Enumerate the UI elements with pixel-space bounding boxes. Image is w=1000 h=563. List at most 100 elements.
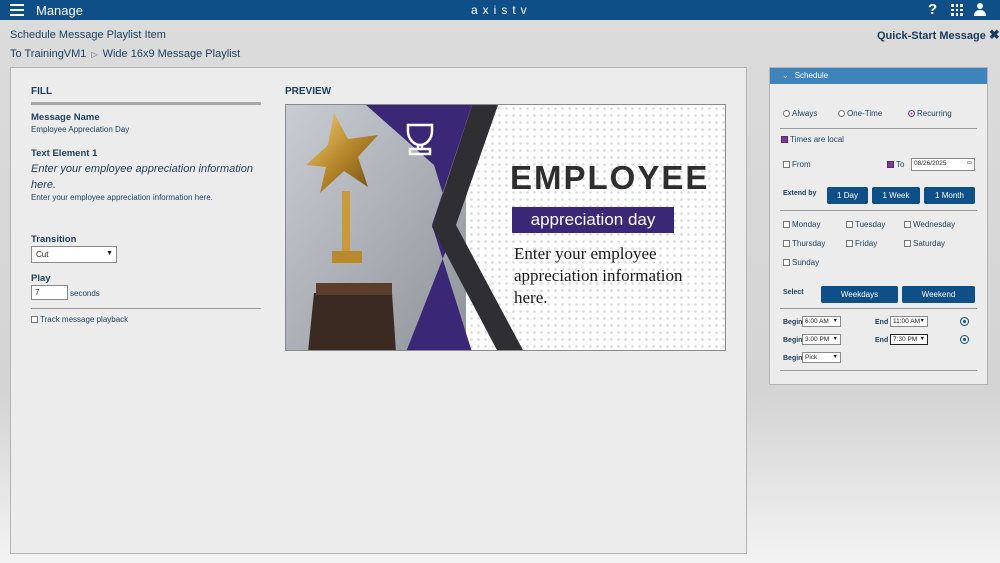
text-element-value: Enter your employee appreciation informa… — [31, 193, 213, 202]
end-time-select[interactable]: 11:00 AM ▼ — [890, 316, 928, 327]
fill-divider — [31, 102, 261, 105]
schedule-divider — [780, 370, 977, 371]
day-sunday[interactable]: Sunday — [783, 258, 819, 267]
to-label: To — [896, 160, 905, 169]
from-option[interactable]: From — [783, 160, 811, 169]
recurring-radio[interactable] — [908, 110, 915, 117]
add-time-icon[interactable] — [960, 317, 969, 326]
day-thursday[interactable]: Thursday — [783, 239, 825, 248]
sunday-checkbox[interactable] — [783, 259, 790, 266]
transition-select[interactable]: Cut ▼ — [31, 246, 117, 263]
calendar-icon[interactable]: ▭ — [967, 160, 972, 166]
day-saturday[interactable]: Saturday — [904, 239, 945, 248]
close-icon[interactable]: ✖ — [989, 27, 1000, 42]
thursday-checkbox[interactable] — [783, 240, 790, 247]
friday-checkbox[interactable] — [846, 240, 853, 247]
schedule-divider — [780, 128, 977, 129]
mode-recurring[interactable]: Recurring — [908, 109, 952, 118]
times-local-option[interactable]: Times are local — [781, 135, 844, 144]
axistv-logo: axistv — [471, 3, 532, 17]
select-label: Select — [783, 289, 804, 296]
app-title: Manage — [36, 3, 83, 18]
schedule-divider — [780, 210, 977, 211]
day-tuesday[interactable]: Tuesday — [846, 220, 885, 229]
to-date-value: 08/26/2025 — [914, 160, 947, 167]
schedule-title: Schedule — [794, 71, 829, 80]
preview-heading: PREVIEW — [285, 86, 332, 97]
preview-headline: EMPLOYEE — [510, 159, 710, 196]
wednesday-checkbox[interactable] — [904, 221, 911, 228]
times-local-checkbox[interactable] — [781, 136, 788, 143]
breadcrumb-item-playlist[interactable]: Wide 16x9 Message Playlist — [103, 48, 241, 60]
day-monday[interactable]: Monday — [783, 220, 820, 229]
day-friday[interactable]: Friday — [846, 239, 877, 248]
breadcrumb-separator-icon: ▷ — [91, 50, 98, 59]
transition-label: Transition — [31, 234, 77, 245]
hamburger-icon[interactable] — [10, 4, 24, 16]
chevron-down-icon: ▼ — [832, 336, 838, 342]
top-bar: Manage axistv ? — [0, 0, 1000, 20]
begin-time-select[interactable]: Pick ▼ — [802, 352, 841, 363]
end-time-select[interactable]: 7:30 PM ▼ — [890, 334, 928, 345]
end-label: End — [875, 319, 889, 326]
saturday-label: Saturday — [913, 239, 946, 248]
weekdays-button[interactable]: Weekdays — [821, 286, 898, 303]
friday-label: Friday — [855, 239, 878, 248]
to-option[interactable]: To — [887, 160, 904, 169]
mode-one-time[interactable]: One-Time — [838, 109, 882, 118]
begin-time-select[interactable]: 6:00 AM ▼ — [802, 316, 841, 327]
extend-1-week-button[interactable]: 1 Week — [872, 187, 920, 204]
extend-1-month-button[interactable]: 1 Month — [924, 187, 975, 204]
begin-time-value: Pick — [805, 354, 818, 361]
begin-time-select[interactable]: 3:00 PM ▼ — [802, 334, 841, 345]
extend-1-day-button[interactable]: 1 Day — [827, 187, 868, 204]
to-date-input[interactable]: 08/26/2025 ▭ — [911, 158, 975, 171]
begin-time-value: 6:00 AM — [805, 318, 829, 325]
schedule-header[interactable]: ⌄ Schedule — [770, 68, 987, 84]
to-checkbox[interactable] — [887, 161, 894, 168]
page-title: Schedule Message Playlist Item — [10, 29, 166, 41]
times-local-label: Times are local — [790, 135, 844, 144]
from-checkbox[interactable] — [783, 161, 790, 168]
track-playback-label: Track message playback — [40, 315, 129, 324]
begin-time-value: 3:00 PM — [805, 336, 830, 343]
always-label: Always — [792, 109, 818, 118]
day-wednesday[interactable]: Wednesday — [904, 220, 955, 229]
always-radio[interactable] — [783, 110, 790, 117]
monday-checkbox[interactable] — [783, 221, 790, 228]
preview-badge: appreciation day — [512, 207, 674, 233]
fill-heading: FILL — [31, 86, 53, 97]
schedule-divider — [780, 308, 977, 309]
chevron-down-icon: ⌄ — [782, 71, 789, 80]
from-label: From — [792, 160, 811, 169]
saturday-checkbox[interactable] — [904, 240, 911, 247]
chevron-down-icon: ▼ — [919, 318, 925, 324]
message-preview: EMPLOYEE appreciation day Enter your emp… — [285, 104, 726, 351]
mode-always[interactable]: Always — [783, 109, 817, 118]
add-time-icon[interactable] — [960, 335, 969, 344]
help-icon[interactable]: ? — [928, 1, 937, 18]
quick-start-message-button[interactable]: Quick-Start Message ✖ — [877, 27, 1000, 43]
end-time-value: 7:30 PM — [893, 336, 918, 343]
seconds-label: seconds — [70, 289, 100, 298]
grid-icon[interactable] — [951, 4, 963, 16]
begin-label: Begin — [783, 355, 803, 362]
breadcrumb-item-device[interactable]: To TrainingVM1 — [10, 48, 86, 60]
begin-label: Begin — [783, 337, 803, 344]
user-icon[interactable] — [974, 3, 986, 17]
weekend-button[interactable]: Weekend — [902, 286, 975, 303]
play-duration-input[interactable]: 7 — [31, 285, 68, 300]
schedule-panel: ⌄ Schedule Always One-Time Recurring Time… — [769, 67, 988, 385]
chevron-down-icon: ▼ — [832, 318, 838, 324]
preview-body-text: Enter your employee appreciation informa… — [514, 244, 683, 307]
monday-label: Monday — [792, 220, 821, 229]
play-label: Play — [31, 273, 51, 284]
tuesday-checkbox[interactable] — [846, 221, 853, 228]
end-time-value: 11:00 AM — [893, 318, 920, 325]
track-playback-checkbox[interactable] — [31, 316, 38, 323]
text-element-editor[interactable]: Enter your employee appreciation informa… — [31, 161, 266, 193]
breadcrumb: To TrainingVM1 ▷ Wide 16x9 Message Playlis… — [10, 48, 240, 60]
end-label: End — [875, 337, 889, 344]
track-playback-option[interactable]: Track message playback — [31, 315, 128, 324]
one-time-radio[interactable] — [838, 110, 845, 117]
